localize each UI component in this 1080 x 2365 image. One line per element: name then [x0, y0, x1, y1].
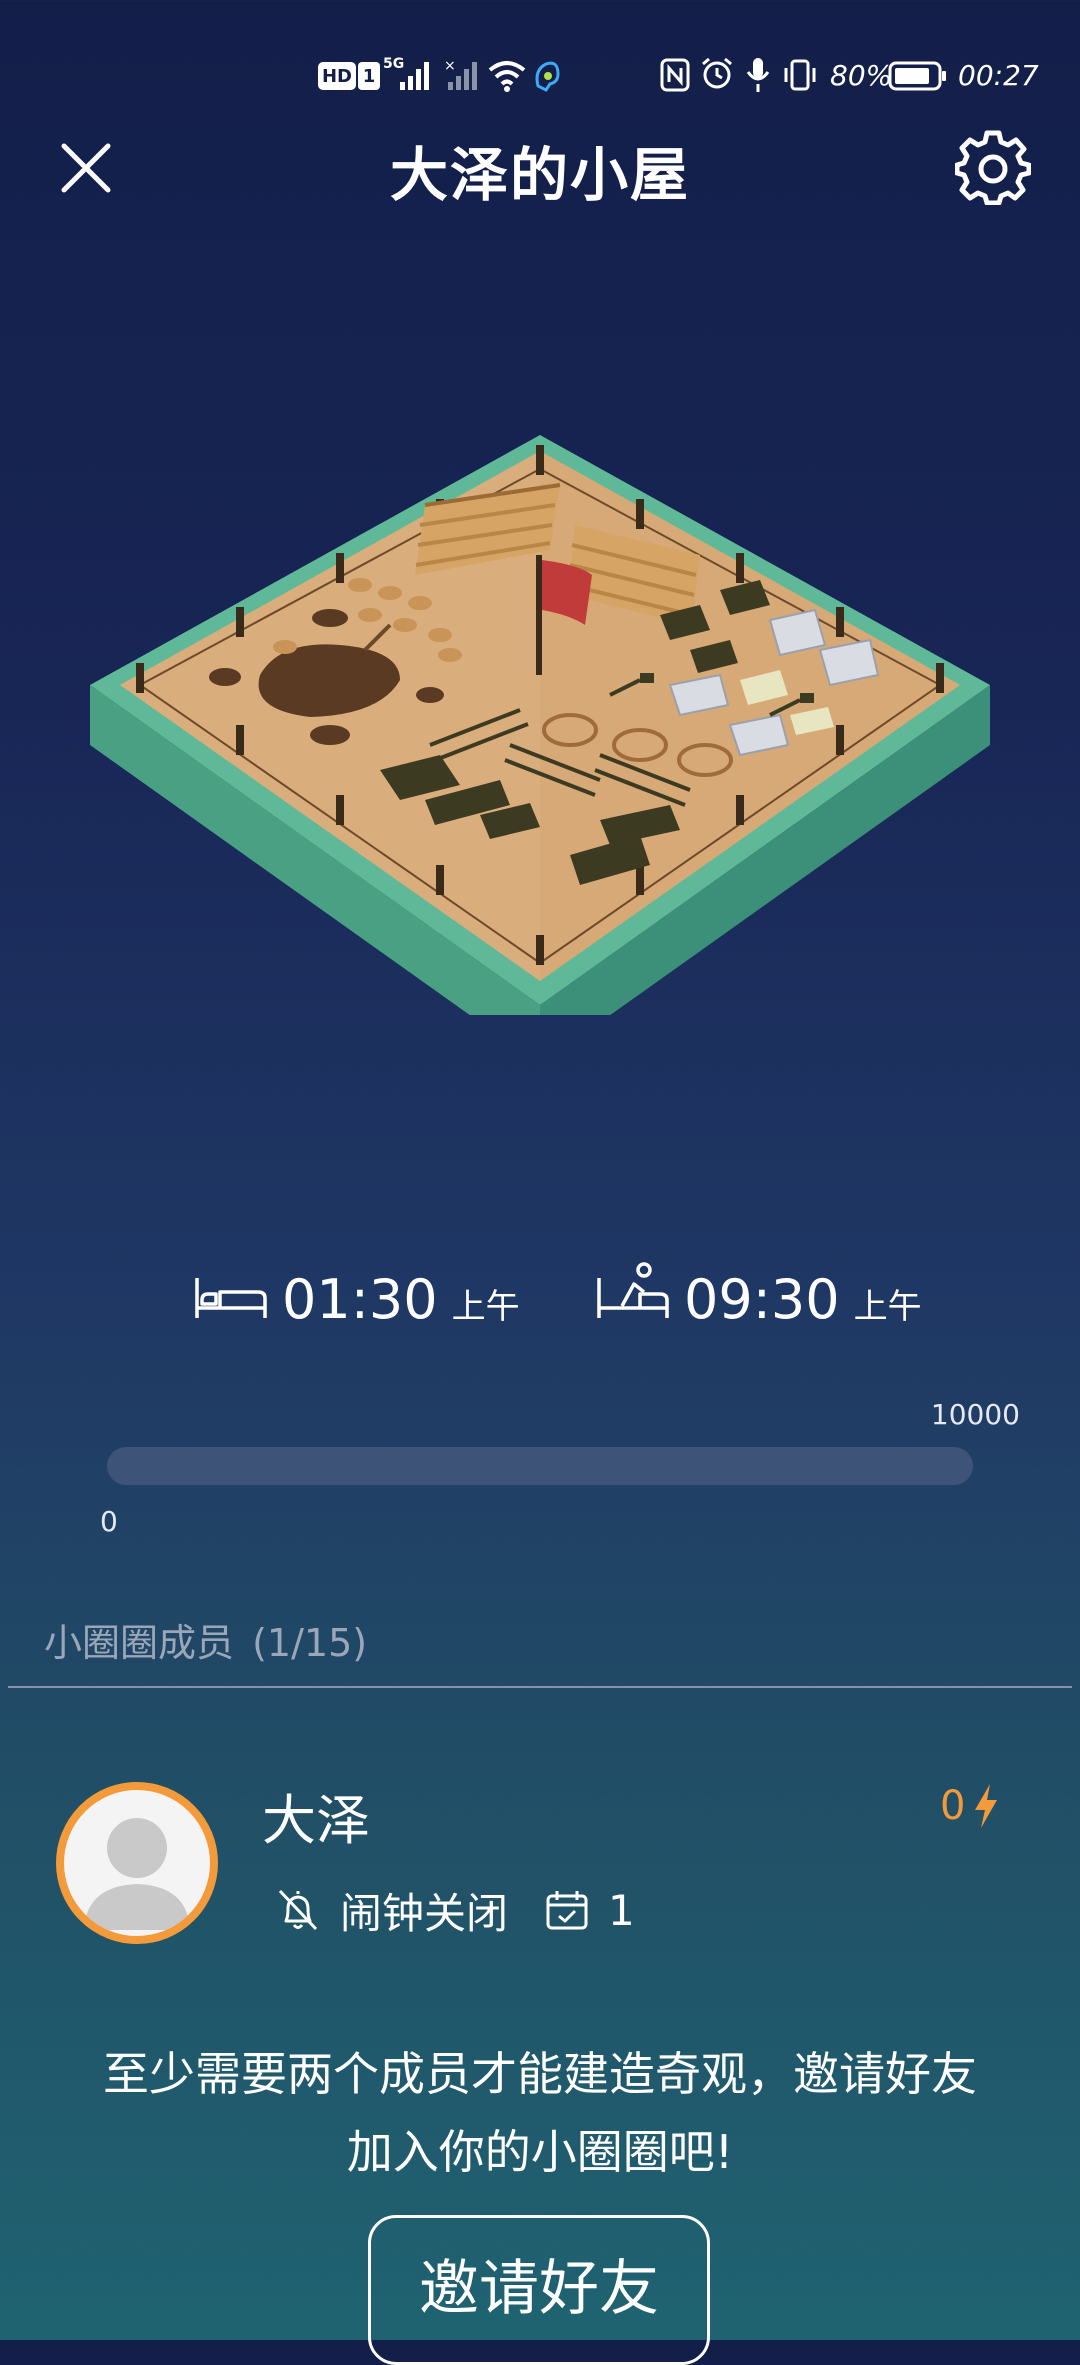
- alarm-off-icon: [278, 1889, 318, 1931]
- microphone-icon: [746, 58, 770, 92]
- sim-badge: 1: [358, 62, 380, 90]
- wake-group: 09:30 上午: [596, 1250, 922, 1330]
- vibrate-icon: [784, 59, 816, 91]
- invite-hint-line2: 加入你的小圈圈吧!: [346, 2125, 734, 2179]
- nfc-icon: [660, 58, 690, 92]
- progress-max-label: 10000: [930, 1398, 1020, 1431]
- bedtime-group: 01:30 上午: [194, 1250, 520, 1330]
- wifi-icon: [488, 61, 526, 92]
- members-label: 小圈圈成员: [44, 1621, 235, 1665]
- hd-label: HD: [321, 65, 352, 87]
- bed-icon: [195, 1278, 267, 1318]
- wake-ampm: 上午: [853, 1287, 922, 1327]
- wake-up-bed-icon: [597, 1262, 669, 1318]
- clock-time: 00:27: [958, 59, 1039, 92]
- battery-percent: 80%: [830, 59, 893, 92]
- bedtime-ampm: 上午: [451, 1287, 520, 1327]
- invite-hint-line1: 至少需要两个成员才能建造奇观，邀请好友: [103, 2047, 977, 2101]
- members-header: 小圈圈成员 (1/15): [44, 1612, 367, 1667]
- energy-indicator: 0: [940, 1782, 1001, 1830]
- construction-site-illustration: [90, 435, 990, 1015]
- assistant-icon: [535, 61, 560, 92]
- lightning-icon: [975, 1784, 998, 1828]
- hd-badge: HD: [318, 62, 356, 90]
- alarm-clock-icon: [702, 57, 732, 89]
- members-count: (1/15): [252, 1621, 368, 1665]
- bedtime-time: 01:30: [282, 1268, 438, 1331]
- svg-text:×: ×: [444, 60, 456, 74]
- default-user-icon: [84, 1818, 190, 1930]
- signal-icon-2: ×: [444, 60, 477, 90]
- invite-hint: 至少需要两个成员才能建造奇观，邀请好友 加入你的小圈圈吧!: [0, 2035, 1080, 2191]
- wake-time: 09:30: [684, 1268, 840, 1331]
- divider: [8, 1686, 1072, 1688]
- battery-icon: [888, 61, 946, 91]
- signal-icon: [400, 62, 429, 90]
- progress-min-label: 0: [100, 1505, 118, 1538]
- member-status-row: 闹钟关闭 1: [276, 1880, 635, 1940]
- page-title: 大泽的小屋: [389, 141, 690, 209]
- settings-button[interactable]: [950, 124, 1036, 210]
- alarm-status: 闹钟关闭: [340, 1888, 509, 1938]
- avatar[interactable]: [56, 1782, 218, 1944]
- progress-bar: [107, 1447, 973, 1485]
- checkin-count: 1: [608, 1885, 635, 1935]
- member-name: 大泽: [262, 1789, 370, 1852]
- sim-label: 1: [362, 65, 376, 87]
- calendar-check-icon: [546, 1891, 588, 1930]
- energy-count: 0: [940, 1783, 966, 1829]
- gear-icon: [955, 130, 1031, 205]
- invite-friends-button[interactable]: 邀请好友: [368, 2215, 710, 2365]
